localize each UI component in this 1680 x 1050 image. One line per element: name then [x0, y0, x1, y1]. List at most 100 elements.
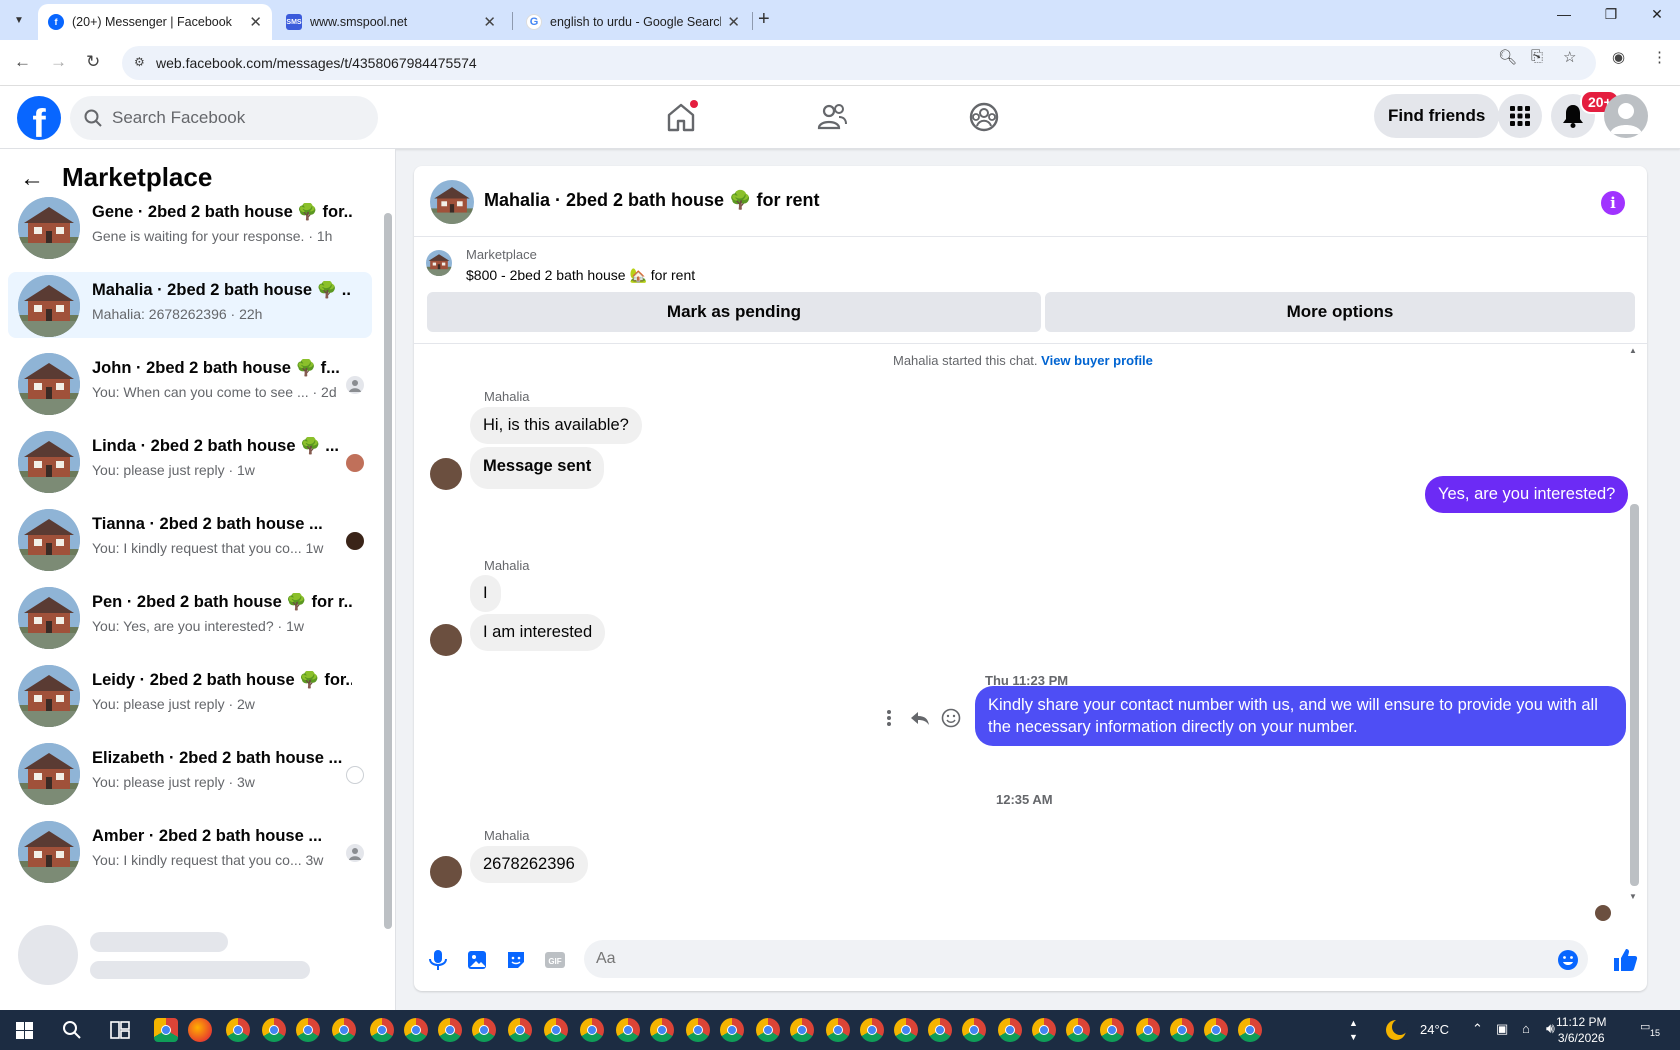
- emoji-icon[interactable]: [1557, 949, 1579, 971]
- close-tab-icon[interactable]: ✕: [249, 13, 262, 31]
- incoming-message[interactable]: I am interested: [470, 614, 606, 651]
- temperature[interactable]: 24°C: [1420, 1022, 1449, 1037]
- sender-avatar[interactable]: [430, 624, 462, 656]
- chrome-icon[interactable]: [1238, 1018, 1262, 1042]
- chrome-icon[interactable]: [438, 1018, 462, 1042]
- find-friends-button[interactable]: Find friends: [1374, 94, 1500, 138]
- chrome-icon[interactable]: [404, 1018, 428, 1042]
- restore-button[interactable]: ❐: [1588, 6, 1634, 23]
- chat-scrollbar[interactable]: ▲ ▼: [1627, 344, 1641, 906]
- incoming-message[interactable]: Message sent: [470, 447, 605, 489]
- zoom-icon[interactable]: 🔍︎: [1498, 48, 1517, 66]
- outgoing-message[interactable]: Kindly share your contact number with us…: [975, 686, 1626, 746]
- close-tab-icon[interactable]: ✕: [483, 13, 496, 31]
- more-actions-icon[interactable]: [880, 708, 898, 728]
- chrome-icon[interactable]: [1100, 1018, 1124, 1042]
- profile-icon[interactable]: ◉: [1612, 48, 1625, 66]
- reply-icon[interactable]: [910, 708, 930, 728]
- mark-as-pending-button[interactable]: Mark as pending: [427, 292, 1041, 332]
- forward-arrow-icon[interactable]: →: [50, 52, 67, 72]
- chrome-icon[interactable]: [1032, 1018, 1056, 1042]
- chrome-icon[interactable]: [508, 1018, 532, 1042]
- conversation-item[interactable]: Leidy · 2bed 2 bath house 🌳 for... You: p…: [8, 662, 372, 728]
- new-tab-button[interactable]: +: [758, 8, 770, 31]
- chrome-icon[interactable]: [998, 1018, 1022, 1042]
- network-icon[interactable]: ▣: [1496, 1021, 1508, 1037]
- search-icon[interactable]: [62, 1020, 82, 1040]
- incoming-message[interactable]: Hi, is this available?: [470, 407, 642, 444]
- bookmark-star-icon[interactable]: ☆: [1563, 48, 1576, 66]
- conversation-item[interactable]: Amber · 2bed 2 bath house ... You: I kind…: [8, 818, 372, 884]
- chrome-icon[interactable]: [544, 1018, 568, 1042]
- taskbar-scroll-icon[interactable]: ▲ ▼: [1349, 1016, 1358, 1044]
- clock[interactable]: 11:12 PM 3/6/2026: [1556, 1014, 1606, 1046]
- menu-grid-button[interactable]: [1498, 94, 1542, 138]
- chrome-icon[interactable]: [1204, 1018, 1228, 1042]
- task-view-icon[interactable]: [110, 1021, 130, 1039]
- chrome-icon[interactable]: [472, 1018, 496, 1042]
- groups-icon[interactable]: [967, 100, 1001, 134]
- chrome-icon[interactable]: [826, 1018, 850, 1042]
- view-buyer-profile-link[interactable]: View buyer profile: [1041, 353, 1153, 368]
- tab-messenger[interactable]: f (20+) Messenger | Facebook ✕: [38, 4, 272, 40]
- chrome-icon[interactable]: [580, 1018, 604, 1042]
- microphone-icon[interactable]: [427, 949, 449, 971]
- outgoing-message[interactable]: Yes, are you interested?: [1425, 476, 1629, 513]
- sidebar-scrollbar[interactable]: [384, 203, 392, 1013]
- sticker-icon[interactable]: [505, 949, 527, 971]
- back-arrow-icon[interactable]: ←: [14, 52, 31, 72]
- chrome-icon[interactable]: [756, 1018, 780, 1042]
- close-window-button[interactable]: ✕: [1634, 6, 1680, 23]
- incoming-message[interactable]: 2678262396: [470, 846, 588, 883]
- back-arrow-icon[interactable]: ←: [20, 165, 44, 193]
- gif-icon[interactable]: GIF: [544, 949, 566, 971]
- reload-icon[interactable]: ↻: [86, 52, 100, 72]
- chrome-menu-icon[interactable]: ⋮: [1652, 48, 1667, 66]
- info-icon[interactable]: i: [1601, 191, 1625, 215]
- facebook-search-input[interactable]: Search Facebook: [70, 96, 378, 140]
- more-options-button[interactable]: More options: [1045, 292, 1635, 332]
- chrome-icon[interactable]: [296, 1018, 320, 1042]
- friends-icon[interactable]: [815, 100, 849, 134]
- message-input[interactable]: [584, 940, 1588, 978]
- sender-avatar[interactable]: [430, 458, 462, 490]
- install-app-icon[interactable]: ⎘: [1531, 48, 1543, 65]
- chrome-icon[interactable]: [720, 1018, 744, 1042]
- site-info-icon[interactable]: ⚙: [134, 55, 145, 69]
- chrome-icon[interactable]: [1170, 1018, 1194, 1042]
- notification-center-icon[interactable]: ▭ 15: [1640, 1020, 1660, 1040]
- chrome-icon[interactable]: [616, 1018, 640, 1042]
- system-tray-chevron-icon[interactable]: ⌃: [1472, 1021, 1483, 1037]
- photo-icon[interactable]: [466, 949, 488, 971]
- address-bar[interactable]: ⚙ web.facebook.com/messages/t/4358067984…: [122, 46, 1596, 80]
- chrome-icon[interactable]: [860, 1018, 884, 1042]
- react-emoji-icon[interactable]: [941, 708, 961, 728]
- sender-avatar[interactable]: [430, 856, 462, 888]
- tab-smspool[interactable]: SMS www.smspool.net ✕: [276, 4, 506, 40]
- chrome-icon[interactable]: [962, 1018, 986, 1042]
- listing-avatar[interactable]: [430, 180, 474, 224]
- facebook-logo-icon[interactable]: f: [17, 96, 61, 140]
- account-avatar[interactable]: [1604, 94, 1648, 138]
- wifi-icon[interactable]: ⌂: [1522, 1021, 1530, 1036]
- listing-title[interactable]: $800 - 2bed 2 bath house 🏡 for rent: [466, 267, 695, 284]
- conversation-item[interactable]: Linda · 2bed 2 bath house 🌳 ... You: plea…: [8, 428, 372, 494]
- chrome-icon[interactable]: [894, 1018, 918, 1042]
- windows-start-icon[interactable]: [16, 1022, 33, 1039]
- chrome-icon[interactable]: [262, 1018, 286, 1042]
- firefox-icon[interactable]: [188, 1018, 212, 1042]
- thumbs-up-icon[interactable]: [1612, 947, 1638, 973]
- conversation-item[interactable]: Tianna · 2bed 2 bath house ... You: I kin…: [8, 506, 372, 572]
- tab-search-button[interactable]: ▼: [8, 9, 30, 31]
- chrome-icon[interactable]: [1136, 1018, 1160, 1042]
- chrome-icon[interactable]: [370, 1018, 394, 1042]
- app-icon[interactable]: [154, 1018, 178, 1042]
- chrome-icon[interactable]: [226, 1018, 250, 1042]
- conversation-item[interactable]: John · 2bed 2 bath house 🌳 f... You: When…: [8, 350, 372, 416]
- conversation-item[interactable]: Pen · 2bed 2 bath house 🌳 for r... You: Y…: [8, 584, 372, 650]
- conversation-item[interactable]: Gene · 2bed 2 bath house 🌳 for... Gene is…: [8, 194, 372, 260]
- chrome-icon[interactable]: [1066, 1018, 1090, 1042]
- chrome-icon[interactable]: [790, 1018, 814, 1042]
- sidebar-scroll-thumb[interactable]: [384, 213, 392, 929]
- listing-thumbnail[interactable]: [426, 250, 452, 276]
